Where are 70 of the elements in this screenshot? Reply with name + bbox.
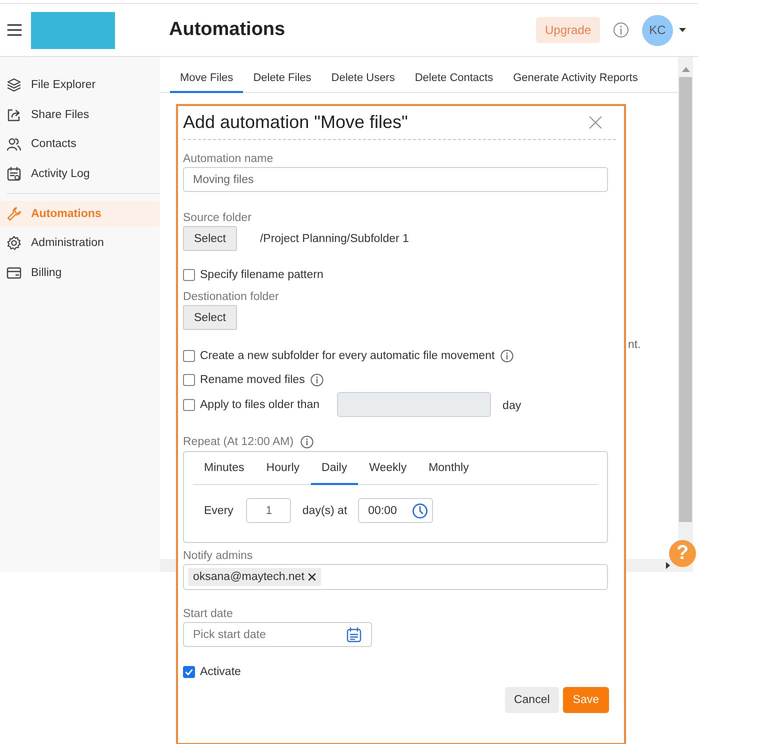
sidebar-item[interactable]: Contacts — [0, 131, 160, 158]
field-label: Destionation folder — [183, 291, 280, 303]
check-icon — [184, 667, 194, 677]
avatar[interactable]: KC — [642, 14, 673, 46]
field-label: Source folder — [183, 212, 252, 224]
tab[interactable]: Minutes — [193, 452, 256, 485]
tab[interactable]: Daily — [310, 452, 358, 485]
checkbox-label: Specify filename pattern — [200, 269, 324, 281]
right-arrow-icon — [666, 562, 670, 569]
unit-label: day — [502, 400, 522, 412]
up-arrow-icon — [682, 67, 690, 72]
info-icon[interactable] — [613, 22, 629, 38]
info-icon — [310, 373, 324, 387]
field-label: Start date — [183, 608, 234, 620]
dialog-title: Add automation "Move files" — [183, 112, 408, 133]
checkbox[interactable] — [183, 374, 195, 386]
checkbox[interactable] — [183, 666, 195, 678]
checkbox-label: Apply to files older than — [200, 398, 320, 410]
sidebar-item[interactable]: Share Files — [0, 102, 160, 128]
date-field[interactable]: Pick start date — [183, 622, 372, 647]
cancel-button[interactable]: Cancel — [504, 687, 559, 713]
sidebar-item[interactable]: Activity Log — [0, 160, 160, 187]
field-label: day(s) at — [302, 504, 348, 516]
calendar-icon — [6, 166, 22, 182]
tab[interactable]: Delete Files — [243, 65, 322, 93]
field-label: Repeat (At 12:00 AM) — [183, 436, 294, 448]
folder-path: /Project Planning/Subfolder 1 — [260, 232, 409, 244]
field-label: Automation name — [183, 153, 274, 165]
vertical-scrollbar[interactable] — [678, 57, 693, 572]
select-button[interactable]: Select — [183, 226, 237, 251]
wrench-icon — [6, 206, 22, 222]
sidebar-item[interactable]: Administration — [0, 230, 160, 256]
tab[interactable]: Move Files — [170, 65, 244, 93]
remove-icon[interactable] — [308, 573, 316, 581]
checkbox[interactable] — [183, 269, 195, 281]
tab[interactable]: Delete Users — [321, 65, 405, 93]
input-field[interactable]: 1 — [246, 498, 292, 523]
page-title: Automations — [169, 19, 286, 41]
field-label: Every — [204, 504, 234, 516]
tab[interactable]: Weekly — [358, 452, 418, 485]
background-text: nt. — [627, 339, 642, 351]
checkbox-label: Rename moved files — [200, 374, 305, 386]
caret-icon[interactable] — [679, 28, 686, 32]
close-icon[interactable] — [589, 116, 602, 129]
sidebar-item[interactable]: File Explorer — [0, 72, 160, 98]
gear-icon — [6, 235, 22, 252]
people-icon — [6, 136, 22, 152]
checkbox-label: Activate — [200, 666, 241, 678]
sidebar-item[interactable]: Billing — [0, 260, 160, 286]
calendar-icon — [346, 626, 362, 642]
share-icon — [6, 106, 22, 123]
input-field[interactable]: Moving files — [183, 167, 608, 192]
tab[interactable]: Generate Activity Reports — [503, 65, 648, 93]
menu-icon — [7, 23, 22, 37]
field-label: Notify admins — [183, 550, 254, 562]
scrollbar-thumb[interactable] — [679, 77, 692, 522]
tab[interactable]: Delete Contacts — [404, 65, 504, 93]
card-icon — [6, 264, 22, 281]
clock-icon — [412, 502, 428, 518]
tab[interactable]: Hourly — [255, 452, 311, 485]
layers-icon — [6, 77, 22, 93]
recipients-field[interactable]: oksana@maytech.net — [183, 564, 608, 590]
checkbox-label: Create a new subfolder for every automatic file movement — [200, 350, 495, 362]
info-icon — [300, 435, 314, 449]
tab[interactable]: Monthly — [418, 452, 480, 485]
checkbox[interactable] — [183, 350, 195, 362]
info-icon — [500, 349, 514, 363]
time-field[interactable]: 00:00 — [358, 498, 434, 523]
email-chip[interactable]: oksana@maytech.net — [188, 568, 322, 586]
select-button[interactable]: Select — [183, 305, 237, 330]
